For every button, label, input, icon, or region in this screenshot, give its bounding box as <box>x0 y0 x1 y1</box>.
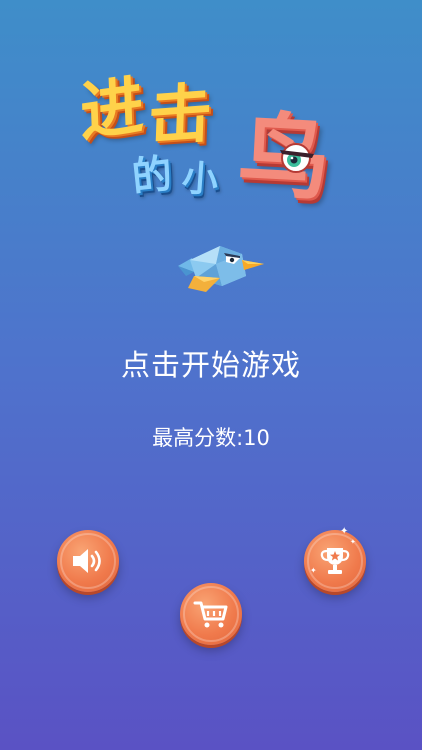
logo-char-3: 的 <box>129 151 175 201</box>
logo-char-4: 小 <box>180 157 220 202</box>
bird-icon <box>178 246 264 292</box>
leaderboard-button[interactable] <box>304 530 366 592</box>
speaker-icon <box>73 549 101 573</box>
game-start-screen[interactable]: 进 击 的 小 鸟 点击开始游戏 最高分数:10 <box>0 0 422 750</box>
logo-char-1: 进 <box>79 68 145 152</box>
logo-char-2: 击 <box>146 76 214 156</box>
sound-toggle-button[interactable] <box>57 530 119 592</box>
trophy-icon <box>320 548 350 574</box>
shopping-cart-icon <box>193 601 228 628</box>
sparkle-icon: ✦ <box>340 526 349 537</box>
shop-button[interactable] <box>180 583 242 645</box>
logo-eye-icon <box>280 143 314 173</box>
game-logo: 进 击 的 小 鸟 <box>70 68 340 218</box>
tap-to-start-text[interactable]: 点击开始游戏 <box>0 342 422 384</box>
best-score-label: 最高分数:10 <box>152 426 270 450</box>
sparkle-icon: ✦ <box>310 566 317 575</box>
